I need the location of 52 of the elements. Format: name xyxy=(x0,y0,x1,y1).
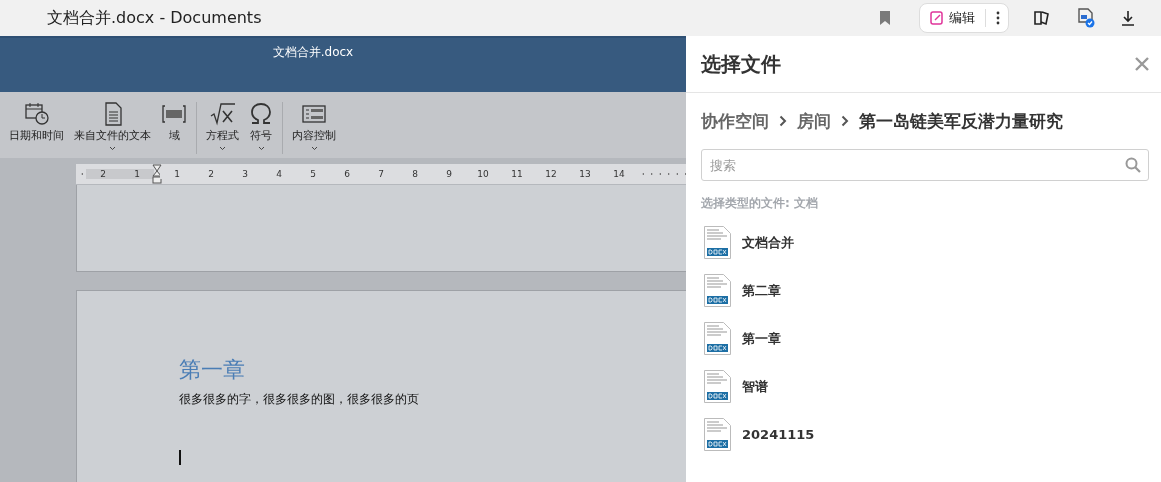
ruler-number: 1 xyxy=(120,169,154,179)
document-heading: 第一章 xyxy=(179,356,246,384)
more-icon[interactable] xyxy=(996,11,1000,25)
edit-icon xyxy=(930,11,944,25)
field-icon xyxy=(161,102,187,126)
calendar-clock-icon xyxy=(23,102,50,126)
caret-icon xyxy=(257,146,265,151)
file-item[interactable]: 文档合并 xyxy=(742,233,794,252)
file-item[interactable]: 第一章 xyxy=(742,329,781,348)
bookmark-icon[interactable] xyxy=(879,11,891,25)
square-root-icon xyxy=(209,102,236,126)
toolbar-button[interactable]: 域 xyxy=(158,102,190,151)
download-icon[interactable] xyxy=(1121,10,1135,26)
ruler-number: 1 xyxy=(160,169,194,179)
docx-file-icon xyxy=(704,418,731,451)
omega-icon xyxy=(249,102,273,126)
docx-file-icon xyxy=(704,226,731,259)
search-field[interactable]: 搜索 xyxy=(701,149,1149,181)
content-control-icon xyxy=(301,102,327,126)
search-icon[interactable] xyxy=(1125,157,1141,173)
document-icon xyxy=(102,102,123,126)
text-cursor xyxy=(179,450,181,465)
file-item[interactable]: 20241115 xyxy=(742,427,815,442)
breadcrumb-item: 第一岛链美军反潜力量研究 xyxy=(859,109,1063,133)
document-check-icon[interactable] xyxy=(1077,8,1095,28)
toolbar-button[interactable]: 来自文件的文本 xyxy=(71,102,154,151)
toolbar-button[interactable]: 内容控制 xyxy=(289,102,339,151)
breadcrumb-item[interactable]: 房间 xyxy=(797,109,831,133)
toolbar-button[interactable]: 符号 xyxy=(246,102,276,151)
document-paragraph: 很多很多的字，很多很多的图，很多很多的页 xyxy=(179,391,420,408)
toolbar-button[interactable]: 方程式 xyxy=(203,102,242,151)
docx-file-icon xyxy=(704,322,731,355)
filter-label: 选择类型的文件: 文档 xyxy=(700,195,819,212)
panel-title: 选择文件 xyxy=(701,50,781,78)
ruler[interactable]: 2 1 1 2 3 4 5 6 7 8 9 10 11 12 13 14 xyxy=(76,164,686,184)
docx-file-icon xyxy=(704,274,731,307)
file-item[interactable]: 智谱 xyxy=(742,377,768,396)
chevron-right-icon xyxy=(779,115,787,127)
file-item[interactable]: 第二章 xyxy=(742,281,781,300)
breadcrumb-item[interactable]: 协作空间 xyxy=(701,109,769,133)
books-icon[interactable] xyxy=(1033,9,1051,27)
ruler-number: 2 xyxy=(86,169,120,179)
docx-file-icon xyxy=(704,370,731,403)
toolbar-button[interactable]: 日期和时间 xyxy=(6,102,67,151)
caret-icon xyxy=(109,146,116,151)
close-icon[interactable] xyxy=(1135,57,1149,71)
indent-marker-icon[interactable] xyxy=(152,164,162,184)
chevron-right-icon xyxy=(841,115,849,127)
caret-icon xyxy=(310,146,318,151)
tab-title: 文档合并.docx - Documents xyxy=(47,7,263,29)
document-title: 文档合并.docx xyxy=(272,44,354,60)
caret-icon xyxy=(219,146,226,151)
